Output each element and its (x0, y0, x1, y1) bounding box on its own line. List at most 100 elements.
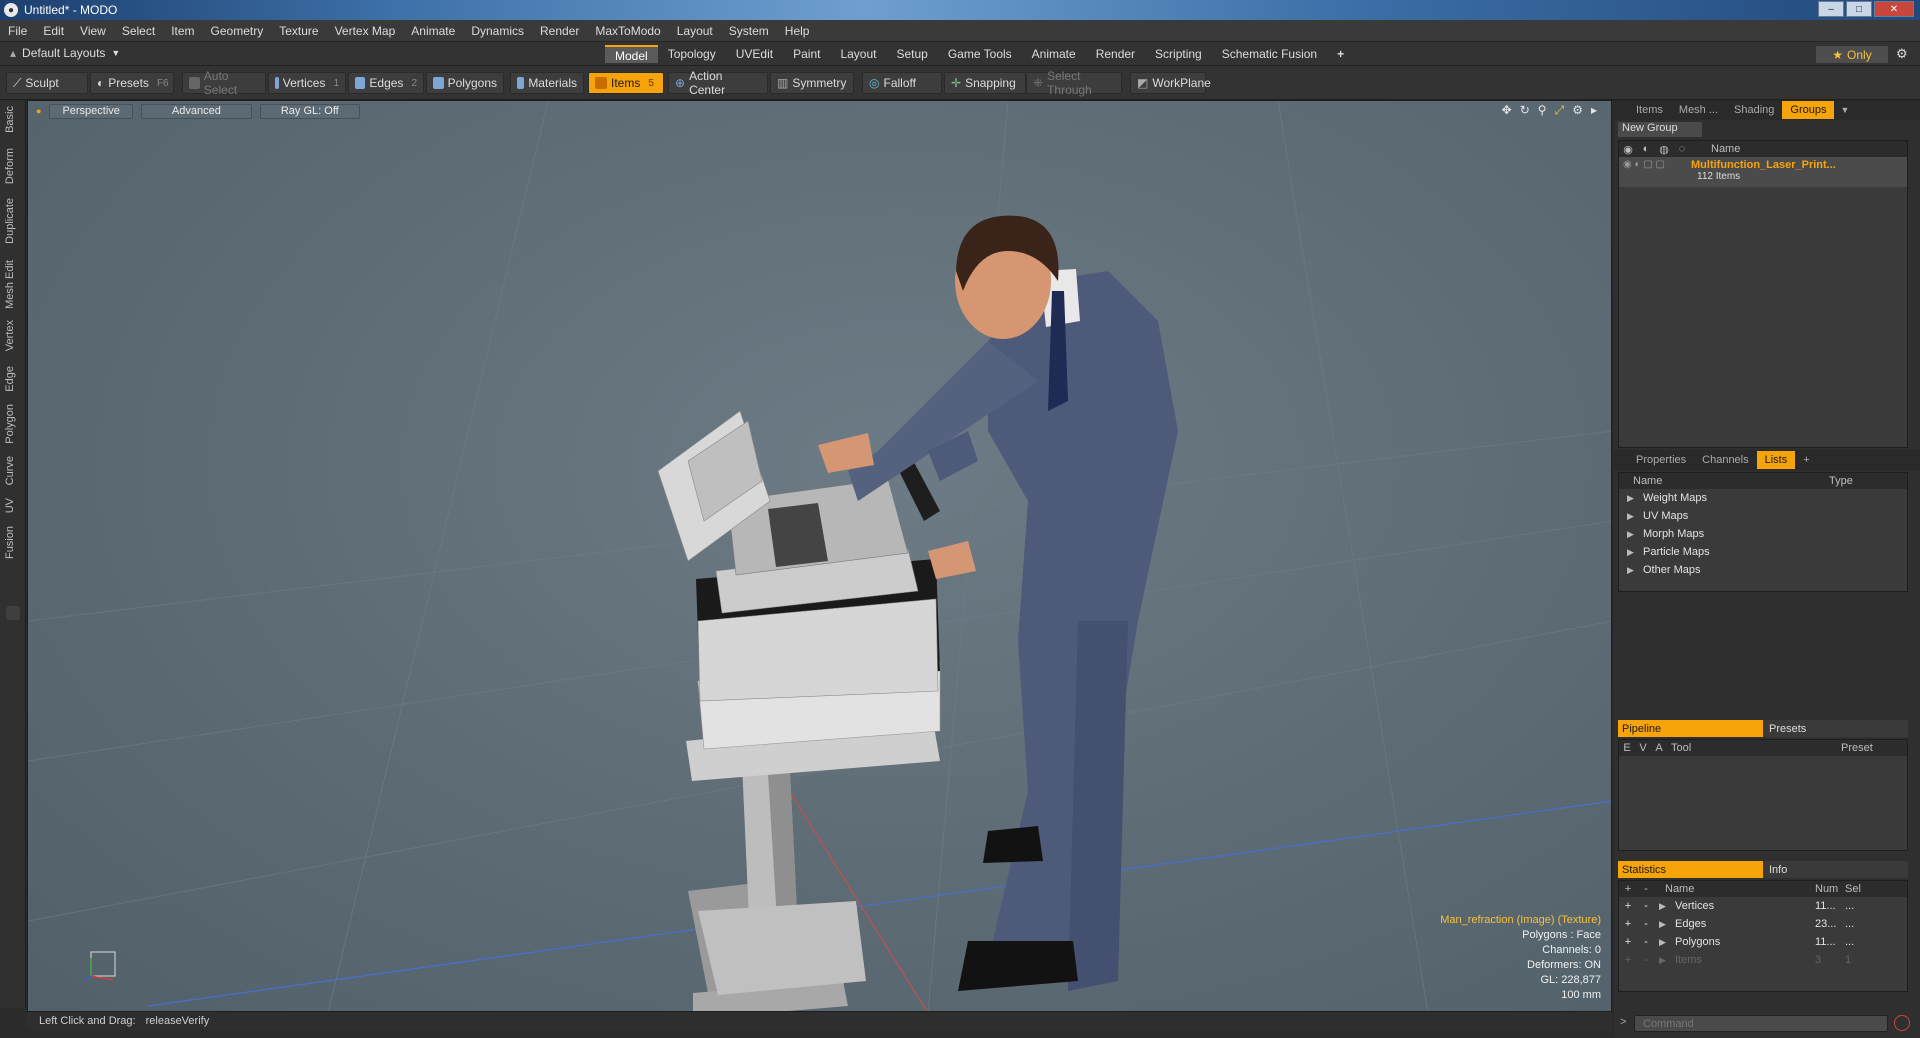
tab-model[interactable]: Model (605, 45, 658, 63)
menu-render[interactable]: Render (532, 24, 587, 38)
fit-icon[interactable]: ⤢ (1555, 103, 1565, 118)
menu-help[interactable]: Help (777, 24, 818, 38)
sculpt-button[interactable]: ⟋ Sculpt (6, 72, 88, 94)
materials-button[interactable]: Materials (510, 72, 584, 94)
tab-setup[interactable]: Setup (886, 45, 937, 63)
remove-stat-icon[interactable]: - (1637, 954, 1655, 966)
command-input[interactable] (1634, 1015, 1888, 1032)
add-stat-icon[interactable]: + (1619, 918, 1637, 930)
menu-view[interactable]: View (72, 24, 114, 38)
tab-render[interactable]: Render (1086, 45, 1145, 63)
tab-layout[interactable]: Layout (830, 45, 886, 63)
vtab-polygon[interactable]: Polygon (4, 404, 22, 444)
viewport-menu-dot-icon[interactable]: ● (36, 106, 41, 116)
tab-topology[interactable]: Topology (658, 45, 726, 63)
symmetry-button[interactable]: ▥ Symmetry (770, 72, 854, 94)
tab-paint[interactable]: Paint (783, 45, 830, 63)
vtab-duplicate[interactable]: Duplicate (4, 198, 22, 244)
select-through-button[interactable]: ⁜ Select Through (1026, 69, 1122, 97)
vtab-curve[interactable]: Curve (4, 456, 22, 485)
remove-stat-icon[interactable]: - (1637, 900, 1655, 912)
only-toggle[interactable]: ★ Only (1816, 46, 1888, 63)
menu-geometry[interactable]: Geometry (203, 24, 272, 38)
table-row[interactable]: + - ▶ Items 3 1 (1619, 951, 1907, 969)
table-row[interactable]: + - ▶ Edges 23... ... (1619, 915, 1907, 933)
table-row[interactable]: + - ▶ Vertices 11... ... (1619, 897, 1907, 915)
menu-animate[interactable]: Animate (403, 24, 463, 38)
tab-shading[interactable]: Shading (1726, 101, 1782, 119)
play-icon[interactable]: ▸ (1591, 103, 1597, 118)
tab-items[interactable]: Items (1628, 101, 1671, 119)
vtab-fusion[interactable]: Fusion (4, 526, 22, 559)
list-item[interactable]: ▶ UV Maps (1619, 507, 1907, 525)
menu-item[interactable]: Item (163, 24, 202, 38)
add-tab-button[interactable]: + (1327, 45, 1354, 63)
vtab-mesh-edit[interactable]: Mesh Edit (4, 260, 22, 309)
remove-stat-icon[interactable]: - (1637, 918, 1655, 930)
remove-stat-icon[interactable]: - (1637, 936, 1655, 948)
tab-mesh[interactable]: Mesh ... (1671, 101, 1726, 119)
tab-scripting[interactable]: Scripting (1145, 45, 1212, 63)
tab-properties[interactable]: Properties (1628, 451, 1694, 469)
auto-select-button[interactable]: Auto Select (182, 69, 266, 97)
vtab-vertex[interactable]: Vertex (4, 320, 22, 351)
viewport-settings-icon[interactable]: ⚙ (1572, 103, 1583, 118)
table-row[interactable]: + - ▶ Polygons 11... ... (1619, 933, 1907, 951)
group-eye-icon[interactable]: ◉ ◐ ▢ ▢ (1619, 159, 1691, 170)
snapping-button[interactable]: ✛ Snapping (944, 72, 1026, 94)
groups-dropdown-icon[interactable]: ▼ (1840, 105, 1849, 115)
polygons-button[interactable]: Polygons (426, 72, 504, 94)
tab-channels[interactable]: Channels (1694, 451, 1756, 469)
tab-schematic-fusion[interactable]: Schematic Fusion (1212, 45, 1327, 63)
gear-icon[interactable]: ⚙ (1896, 46, 1908, 62)
menu-select[interactable]: Select (114, 24, 163, 38)
vtab-basic[interactable]: Basic (4, 106, 22, 133)
rotate-icon[interactable]: ↻ (1520, 103, 1530, 118)
menu-vertex-map[interactable]: Vertex Map (327, 24, 404, 38)
expand-handle-icon[interactable] (6, 606, 20, 620)
menu-texture[interactable]: Texture (271, 24, 326, 38)
falloff-button[interactable]: ◎ Falloff (862, 72, 942, 94)
menu-dynamics[interactable]: Dynamics (463, 24, 532, 38)
tab-lists[interactable]: Lists (1756, 451, 1796, 469)
workplane-button[interactable]: ◩ WorkPlane (1130, 72, 1211, 94)
tab-animate[interactable]: Animate (1022, 45, 1086, 63)
list-item[interactable]: ▶ Morph Maps (1619, 525, 1907, 543)
tab-uvedit[interactable]: UVEdit (726, 45, 783, 63)
close-button[interactable]: ✕ (1874, 1, 1914, 17)
menu-layout[interactable]: Layout (669, 24, 721, 38)
tab-statistics[interactable]: Statistics (1618, 861, 1763, 878)
pan-icon[interactable]: ✥ (1502, 103, 1512, 118)
add-stat-icon[interactable]: + (1619, 936, 1637, 948)
menu-file[interactable]: File (0, 24, 35, 38)
presets-button[interactable]: ◐ Presets F6 (90, 72, 174, 94)
zoom-icon[interactable]: ⚲ (1538, 103, 1547, 118)
tab-presets[interactable]: Presets (1763, 720, 1908, 737)
tab-game-tools[interactable]: Game Tools (938, 45, 1022, 63)
edges-button[interactable]: Edges 2 (348, 72, 424, 94)
command-record-icon[interactable] (1894, 1015, 1910, 1031)
vertices-button[interactable]: Vertices 1 (268, 72, 346, 94)
add-stat-icon[interactable]: + (1619, 900, 1637, 912)
vtab-uv[interactable]: UV (4, 498, 22, 513)
raygl-button[interactable]: Ray GL: Off (259, 103, 360, 119)
menu-maxtomodo[interactable]: MaxToModo (587, 24, 668, 38)
3d-viewport[interactable]: ● Perspective Advanced Ray GL: Off ✥ ↻ ⚲… (27, 100, 1612, 1012)
menu-edit[interactable]: Edit (35, 24, 72, 38)
new-group-button[interactable]: New Group (1618, 122, 1702, 137)
maximize-button[interactable]: □ (1846, 1, 1872, 17)
list-item[interactable]: ▶ Particle Maps (1619, 543, 1907, 561)
minimize-button[interactable]: – (1818, 1, 1844, 17)
layout-selector[interactable]: ▴ Default Layouts ▼ (10, 46, 120, 60)
shading-button[interactable]: Advanced (140, 103, 252, 119)
add-panel-tab-button[interactable]: + (1795, 451, 1817, 469)
tab-pipeline[interactable]: Pipeline (1618, 720, 1763, 737)
vtab-edge[interactable]: Edge (4, 366, 22, 392)
list-item[interactable]: ▶ Weight Maps (1619, 489, 1907, 507)
action-center-button[interactable]: ⊕ Action Center (668, 69, 768, 97)
tab-info[interactable]: Info (1763, 861, 1908, 878)
perspective-button[interactable]: Perspective (49, 103, 133, 119)
add-stat-icon[interactable]: + (1619, 954, 1637, 966)
items-button[interactable]: Items 5 (588, 72, 664, 94)
group-row[interactable]: ◉ ◐ ▢ ▢ Multifunction_Laser_Print... 112… (1619, 157, 1907, 187)
